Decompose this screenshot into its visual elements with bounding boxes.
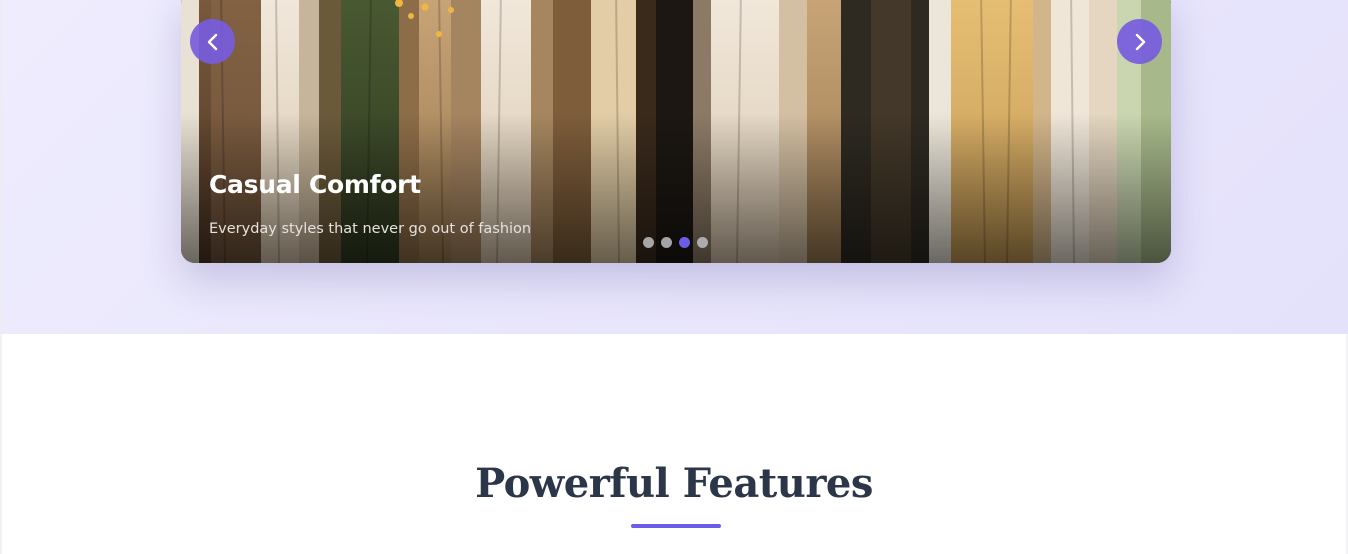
chevron-left-icon bbox=[207, 33, 217, 50]
carousel-dot-1[interactable] bbox=[643, 237, 654, 248]
image-carousel: Casual Comfort Everyday styles that neve… bbox=[181, 0, 1171, 263]
carousel-dots bbox=[643, 237, 708, 248]
features-section: Powerful Features bbox=[0, 334, 1348, 554]
chevron-right-icon bbox=[1135, 33, 1145, 50]
carousel-prev-button[interactable] bbox=[190, 19, 235, 64]
carousel-next-button[interactable] bbox=[1117, 19, 1162, 64]
title-underline bbox=[631, 524, 721, 528]
carousel-dot-4[interactable] bbox=[697, 237, 708, 248]
hero-section: Casual Comfort Everyday styles that neve… bbox=[0, 0, 1348, 334]
slide-subtitle: Everyday styles that never go out of fas… bbox=[209, 221, 532, 237]
carousel-dot-2[interactable] bbox=[661, 237, 672, 248]
slide-title: Casual Comfort bbox=[209, 170, 421, 199]
section-title: Powerful Features bbox=[475, 460, 873, 507]
carousel-dot-3[interactable] bbox=[679, 237, 690, 248]
